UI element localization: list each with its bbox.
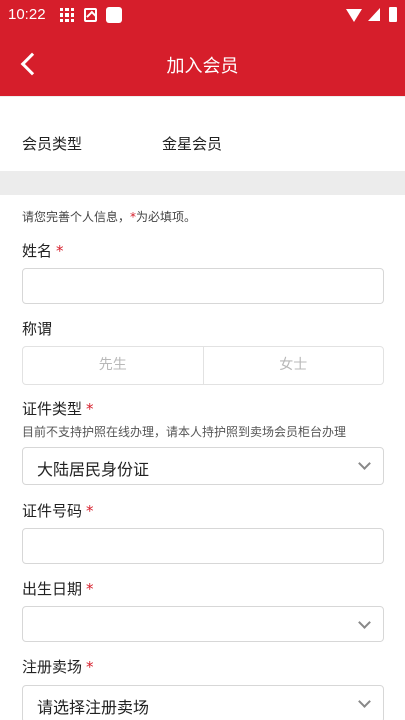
signal-icon <box>368 8 380 21</box>
name-input[interactable] <box>22 268 384 304</box>
id-type-hint: 目前不支持护照在线办理，请本人持护照到卖场会员柜台办理 <box>22 425 347 439</box>
required-notice: 请您完善个人信息，*为必填项。 <box>22 208 196 225</box>
battery-icon <box>389 7 397 22</box>
section-divider <box>0 171 405 195</box>
store-label-text: 注册卖场 <box>22 658 83 676</box>
store-select[interactable]: 请选择注册卖场 <box>22 685 384 720</box>
required-star: * <box>86 400 94 418</box>
id-number-label-text: 证件号码 <box>22 502 83 520</box>
status-time: 10:22 <box>8 6 46 23</box>
salutation-selector: 先生 女士 <box>22 346 384 385</box>
app-a-icon <box>84 8 97 22</box>
wifi-icon <box>346 9 362 22</box>
id-type-value: 大陆居民身份证 <box>37 460 150 479</box>
birthday-label: 出生日期 * <box>22 578 94 599</box>
required-star: * <box>86 580 94 598</box>
header-bar: 加入会员 <box>0 32 405 96</box>
member-type-value: 金星会员 <box>162 135 223 153</box>
notice-prefix: 请您完善个人信息， <box>22 210 131 224</box>
member-type-row: 会员类型 金星会员 <box>0 96 405 171</box>
page-title: 加入会员 <box>166 56 239 77</box>
required-star: * <box>86 658 94 676</box>
chevron-down-icon <box>358 695 371 708</box>
salutation-option-ms[interactable]: 女士 <box>202 347 384 384</box>
required-star: * <box>86 502 94 520</box>
grid-icon <box>60 8 74 22</box>
id-number-input[interactable] <box>22 528 384 564</box>
id-type-label: 证件类型 * <box>22 398 94 419</box>
store-label: 注册卖场 * <box>22 656 94 677</box>
birthday-label-text: 出生日期 <box>22 580 83 598</box>
chevron-down-icon <box>358 457 371 470</box>
notice-suffix: 为必填项。 <box>136 210 197 224</box>
salutation-option-mr[interactable]: 先生 <box>23 347 203 384</box>
square-icon <box>106 7 122 23</box>
salutation-label-text: 称谓 <box>22 320 53 338</box>
required-star: * <box>56 242 64 260</box>
id-type-label-text: 证件类型 <box>22 400 83 418</box>
name-label-text: 姓名 <box>22 242 53 260</box>
salutation-label: 称谓 <box>22 318 52 339</box>
name-label: 姓名 * <box>22 240 64 261</box>
chevron-down-icon <box>358 616 371 629</box>
store-value: 请选择注册卖场 <box>37 698 150 717</box>
birthday-select[interactable] <box>22 606 384 642</box>
id-type-select[interactable]: 大陆居民身份证 <box>22 447 384 485</box>
status-bar: 10:22 <box>0 0 405 32</box>
id-number-label: 证件号码 * <box>22 500 94 521</box>
member-type-label: 会员类型 <box>22 135 83 153</box>
